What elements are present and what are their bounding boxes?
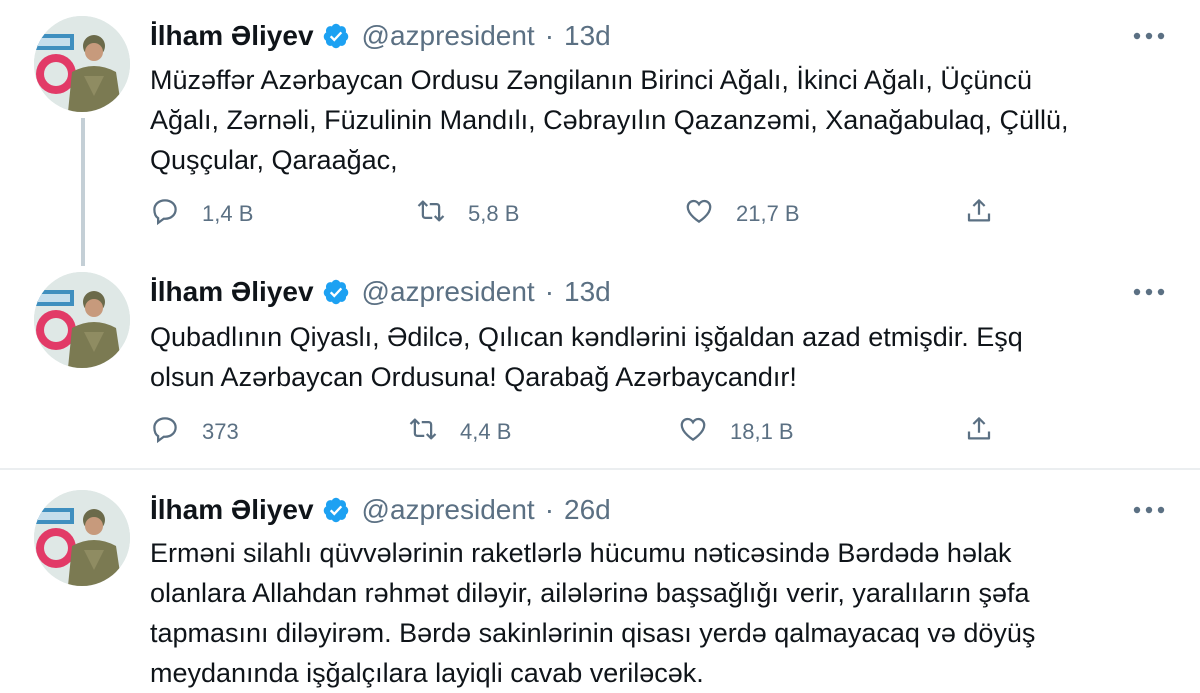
verified-badge-icon — [322, 22, 350, 50]
author-handle[interactable]: @azpresident — [362, 276, 535, 308]
tweet-text-line: tapmasını diləyirəm. Bərdə sakinlərinin … — [150, 618, 1036, 648]
tweet-3[interactable]: İlham Əliyev @azpresident · 26d Erməni s… — [0, 470, 1200, 693]
like-count: 18,1 B — [730, 419, 794, 444]
timestamp[interactable]: 26d — [564, 494, 611, 526]
tweet-2[interactable]: İlham Əliyev @azpresident · 13d Qubadlın… — [0, 262, 1200, 468]
tweet-text-line: Müzəffər Azərbaycan Ordusu Zəngilanın Bi… — [150, 65, 1032, 95]
avatar[interactable] — [34, 272, 130, 368]
avatar[interactable] — [34, 16, 130, 112]
heart-icon — [678, 414, 708, 450]
reply-count: 1,4 B — [202, 201, 254, 226]
tweet-text-line: Ağalı, Zərnəli, Füzulinin Mandılı, Cəbra… — [150, 105, 1069, 135]
more-options-icon[interactable] — [1132, 500, 1166, 520]
retweet-count: 4,4 B — [460, 419, 512, 444]
retweet-button[interactable]: 4,4 B — [408, 412, 511, 452]
tweet-text-line: Qubadlının Qiyaslı, Ədilcə, Qılıcan kənd… — [150, 322, 1023, 352]
tweet-text: Qubadlının Qiyaslı, Ədilcə, Qılıcan kənd… — [150, 317, 1160, 397]
reply-count: 373 — [202, 419, 239, 444]
share-icon — [964, 414, 994, 450]
tweet-text-line: Erməni silahlı qüvvələrinin raketlərlə h… — [150, 538, 1012, 568]
tweet-header: İlham Əliyev @azpresident · 13d — [150, 16, 611, 56]
tweet-text-line: Quşçular, Qaraağac, — [150, 145, 398, 175]
verified-badge-icon — [322, 278, 350, 306]
tweet-text-line: olsun Azərbaycan Ordusuna! Qarabağ Azərb… — [150, 362, 797, 392]
separator-dot: · — [544, 20, 555, 51]
retweet-count: 5,8 B — [468, 201, 520, 226]
more-options-icon[interactable] — [1132, 26, 1166, 46]
tweet-1[interactable]: İlham Əliyev @azpresident · 13d Müzəffər… — [0, 0, 1200, 262]
like-button[interactable]: 21,7 B — [684, 194, 800, 234]
like-button[interactable]: 18,1 B — [678, 412, 794, 452]
tweet-text: Erməni silahlı qüvvələrinin raketlərlə h… — [150, 533, 1160, 693]
timestamp[interactable]: 13d — [564, 20, 611, 52]
tweet-header: İlham Əliyev @azpresident · 13d — [150, 272, 611, 312]
retweet-button[interactable]: 5,8 B — [416, 194, 519, 234]
tweet-text-line: meydanında işğalçılara layiqli cavab ver… — [150, 658, 704, 688]
author-handle[interactable]: @azpresident — [362, 20, 535, 52]
avatar[interactable] — [34, 490, 130, 586]
reply-icon — [150, 414, 180, 450]
author-name[interactable]: İlham Əliyev — [150, 494, 314, 526]
reply-icon — [150, 196, 180, 232]
timestamp[interactable]: 13d — [564, 276, 611, 308]
share-icon — [964, 196, 994, 232]
separator-dot: · — [544, 494, 555, 525]
author-handle[interactable]: @azpresident — [362, 494, 535, 526]
author-name[interactable]: İlham Əliyev — [150, 276, 314, 308]
tweet-header: İlham Əliyev @azpresident · 26d — [150, 490, 611, 530]
reply-button[interactable]: 1,4 B — [150, 194, 253, 234]
like-count: 21,7 B — [736, 201, 800, 226]
retweet-icon — [408, 414, 438, 450]
retweet-icon — [416, 196, 446, 232]
tweet-actions: 373 4,4 B 18,1 B — [150, 412, 1050, 452]
share-button[interactable] — [964, 412, 994, 452]
tweet-text: Müzəffər Azərbaycan Ordusu Zəngilanın Bi… — [150, 60, 1160, 180]
share-button[interactable] — [964, 194, 994, 234]
verified-badge-icon — [322, 496, 350, 524]
reply-button[interactable]: 373 — [150, 412, 239, 452]
more-options-icon[interactable] — [1132, 282, 1166, 302]
separator-dot: · — [544, 276, 555, 307]
heart-icon — [684, 196, 714, 232]
tweet-text-line: olanlara Allahdan rəhmət diləyir, ailələ… — [150, 578, 1030, 608]
author-name[interactable]: İlham Əliyev — [150, 20, 314, 52]
tweet-actions: 1,4 B 5,8 B 21,7 B — [150, 194, 1050, 234]
